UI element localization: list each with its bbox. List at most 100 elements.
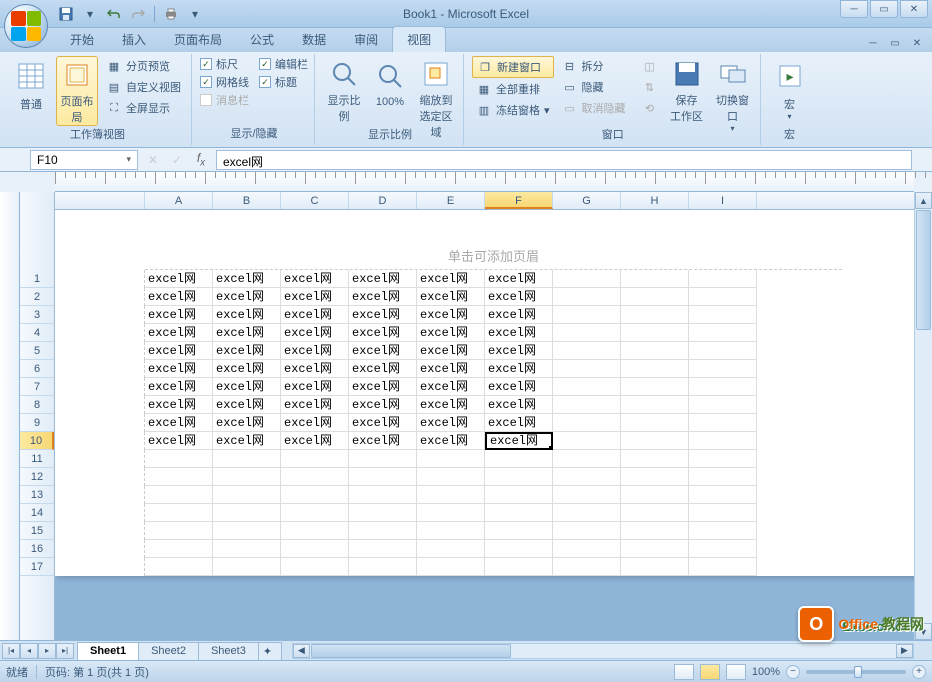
cell[interactable] [553, 342, 621, 360]
cell[interactable] [621, 270, 689, 288]
tab-view[interactable]: 视图 [392, 26, 446, 52]
row-header-5[interactable]: 5 [20, 342, 54, 360]
cell[interactable]: excel网 [349, 432, 417, 450]
cell[interactable] [621, 378, 689, 396]
page-break-preview-button[interactable]: ▦分页预览 [102, 56, 185, 76]
doc-close-button[interactable]: ✕ [908, 36, 926, 50]
qat-dropdown-icon[interactable]: ▾ [80, 4, 100, 24]
zoom-out-button[interactable]: − [786, 665, 800, 679]
cell[interactable]: excel网 [281, 306, 349, 324]
cell[interactable] [689, 522, 757, 540]
horizontal-ruler[interactable] [55, 172, 914, 192]
cell[interactable]: excel网 [145, 396, 213, 414]
name-box[interactable]: F10▾ [30, 150, 138, 170]
tab-data[interactable]: 数据 [288, 27, 340, 52]
cell[interactable] [621, 324, 689, 342]
cell[interactable] [417, 540, 485, 558]
view-side-by-side-button[interactable]: ◫ [638, 56, 662, 76]
cell[interactable] [281, 540, 349, 558]
col-header-D[interactable]: D [349, 192, 417, 209]
cell[interactable] [689, 270, 757, 288]
cell[interactable] [621, 414, 689, 432]
cell[interactable] [281, 522, 349, 540]
cell[interactable]: excel网 [349, 396, 417, 414]
cell[interactable] [417, 468, 485, 486]
cell[interactable]: excel网 [485, 396, 553, 414]
cell[interactable] [349, 468, 417, 486]
cell[interactable]: excel网 [213, 414, 281, 432]
save-workspace-button[interactable]: 保存 工作区 [666, 56, 708, 126]
cell[interactable] [689, 324, 757, 342]
cell[interactable]: excel网 [145, 432, 213, 450]
cell[interactable] [145, 540, 213, 558]
tab-insert[interactable]: 插入 [108, 27, 160, 52]
cell[interactable] [553, 306, 621, 324]
cell[interactable]: excel网 [349, 414, 417, 432]
cell[interactable] [485, 504, 553, 522]
cell[interactable]: excel网 [281, 414, 349, 432]
row-header-4[interactable]: 4 [20, 324, 54, 342]
cell[interactable] [145, 468, 213, 486]
headings-checkbox[interactable]: ✓标题 [259, 74, 308, 90]
office-button[interactable] [4, 4, 48, 48]
macros-button[interactable]: ▸ 宏 ▾ [769, 56, 811, 126]
scroll-left-button[interactable]: ◀ [293, 644, 310, 658]
cell[interactable]: excel网 [281, 360, 349, 378]
cell[interactable] [281, 486, 349, 504]
cell[interactable] [621, 522, 689, 540]
undo-icon[interactable] [104, 4, 124, 24]
cell[interactable] [417, 522, 485, 540]
cell[interactable]: excel网 [417, 324, 485, 342]
split-button[interactable]: ⊟拆分 [558, 56, 630, 76]
cell[interactable] [553, 468, 621, 486]
cell[interactable]: excel网 [349, 288, 417, 306]
cell[interactable] [281, 558, 349, 576]
cell[interactable]: excel网 [485, 432, 553, 450]
vertical-ruler[interactable] [0, 192, 20, 640]
cell[interactable] [689, 378, 757, 396]
cell[interactable] [349, 540, 417, 558]
cell[interactable]: excel网 [485, 288, 553, 306]
page-break-view-btn[interactable] [726, 664, 746, 680]
redo-icon[interactable] [128, 4, 148, 24]
cell[interactable]: excel网 [213, 288, 281, 306]
cell[interactable] [417, 450, 485, 468]
cell[interactable] [689, 450, 757, 468]
cell[interactable] [281, 450, 349, 468]
unhide-button[interactable]: ▭取消隐藏 [558, 98, 630, 118]
cell[interactable]: excel网 [213, 324, 281, 342]
tab-review[interactable]: 审阅 [340, 27, 392, 52]
cell[interactable]: excel网 [145, 414, 213, 432]
col-header-I[interactable]: I [689, 192, 757, 209]
cell[interactable] [621, 486, 689, 504]
cell[interactable]: excel网 [417, 378, 485, 396]
insert-sheet-button[interactable]: ✦ [258, 642, 282, 660]
cell[interactable]: excel网 [417, 414, 485, 432]
sheet-tab-sheet2[interactable]: Sheet2 [138, 642, 199, 660]
zoom-slider[interactable] [806, 670, 906, 674]
cell[interactable] [213, 522, 281, 540]
col-header-F[interactable]: F [485, 192, 553, 209]
cell[interactable]: excel网 [349, 306, 417, 324]
fx-button[interactable]: fx [190, 150, 212, 170]
row-header-1[interactable]: 1 [20, 270, 54, 288]
formula-bar-checkbox[interactable]: ✓编辑栏 [259, 56, 308, 72]
cell[interactable]: excel网 [213, 396, 281, 414]
vertical-scrollbar[interactable]: ▲ ▼ [914, 192, 932, 640]
cell[interactable] [485, 522, 553, 540]
cell[interactable] [349, 450, 417, 468]
cell[interactable] [689, 288, 757, 306]
cell[interactable]: excel网 [213, 306, 281, 324]
cell[interactable] [553, 396, 621, 414]
row-header-11[interactable]: 11 [20, 450, 54, 468]
cell[interactable] [349, 558, 417, 576]
col-header-A[interactable]: A [145, 192, 213, 209]
row-header-7[interactable]: 7 [20, 378, 54, 396]
cell[interactable]: excel网 [349, 378, 417, 396]
col-header-B[interactable]: B [213, 192, 281, 209]
cell[interactable] [145, 504, 213, 522]
cell[interactable]: excel网 [145, 378, 213, 396]
cell[interactable] [553, 486, 621, 504]
cell[interactable] [553, 540, 621, 558]
cell[interactable] [553, 558, 621, 576]
